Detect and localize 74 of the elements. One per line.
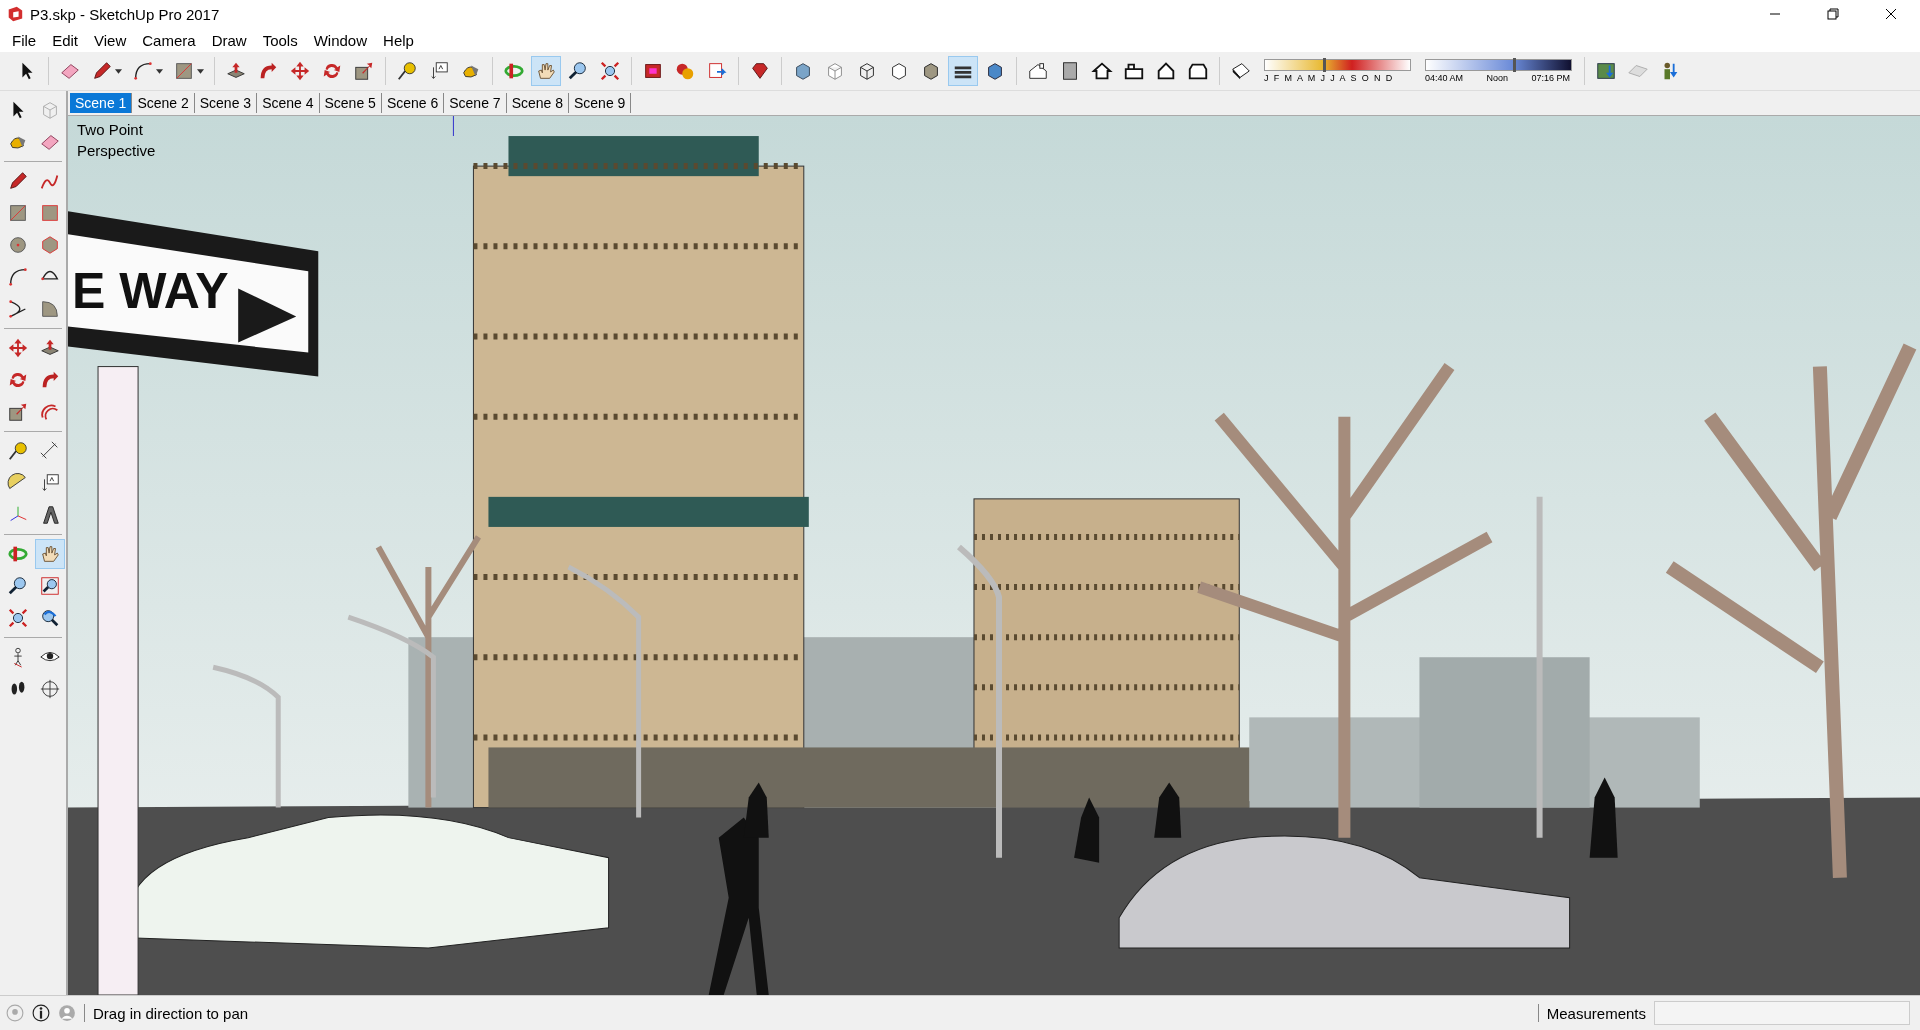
arc-icon (7, 298, 29, 320)
measurements-field[interactable] (1654, 1001, 1910, 1025)
scale-icon (7, 401, 29, 423)
close-icon (1885, 8, 1897, 20)
view-label: Two Point Perspective (77, 120, 157, 161)
months-scale: J F M A M J J A S O N D (1264, 73, 1395, 83)
pencil-icon (91, 60, 113, 82)
slider-thumb[interactable] (1323, 58, 1327, 72)
scene-tab[interactable]: Scene 9 (569, 93, 632, 113)
menu-item[interactable]: View (86, 31, 135, 49)
scene-tab[interactable]: Scene 6 (381, 93, 445, 113)
hand-icon (535, 60, 557, 82)
scene-tab[interactable]: Scene 8 (506, 93, 569, 113)
tape-measure-icon (396, 60, 418, 82)
previous-view-icon (39, 607, 61, 629)
time-slider[interactable] (1425, 59, 1572, 71)
gem-icon (749, 60, 771, 82)
measurements-label: Measurements (1546, 1004, 1646, 1022)
menu-item[interactable]: Help (375, 31, 422, 49)
toolbar-button[interactable] (948, 56, 978, 86)
zoom-icon (567, 60, 589, 82)
menu-item[interactable]: File (4, 31, 45, 49)
menu-item[interactable]: Window (305, 31, 376, 49)
rectangle-icon (39, 202, 61, 224)
scale-icon (353, 60, 375, 82)
hand-icon (39, 543, 61, 565)
zoom-window-icon (39, 575, 61, 597)
window-title: P3.skp - SketchUp Pro 2017 (30, 5, 220, 23)
rectangle-icon (173, 60, 195, 82)
house-icon (1155, 60, 1177, 82)
scene-tab[interactable]: Scene 3 (194, 93, 258, 113)
sign-text: E WAY (72, 263, 229, 320)
circle-icon (7, 234, 29, 256)
pie-icon (39, 298, 61, 320)
move-icon (7, 337, 29, 359)
caret-icon (115, 68, 122, 74)
scene-tab[interactable]: Scene 1 (70, 93, 133, 113)
slider-thumb[interactable] (1513, 58, 1517, 72)
section-plane-icon (39, 678, 61, 700)
app-logo-icon (6, 5, 24, 23)
time-label: 04:40 AM (1425, 73, 1464, 83)
menu-item[interactable]: Draw (203, 31, 255, 49)
scene-tab[interactable]: Scene 4 (257, 93, 320, 113)
arc-icon (7, 266, 29, 288)
date-slider[interactable] (1264, 59, 1411, 71)
map-icon (1595, 60, 1617, 82)
shadow-icon (1230, 60, 1252, 82)
scene-tab[interactable]: Scene 2 (132, 93, 195, 113)
zoom-extents-icon (599, 60, 621, 82)
offset-icon (39, 401, 61, 423)
restore-icon (1827, 8, 1839, 20)
house-icon (1027, 60, 1049, 82)
pencil-icon (7, 170, 29, 192)
caret-icon (197, 68, 204, 74)
status-message: Drag in direction to pan (93, 1004, 249, 1022)
polygon-icon (39, 234, 61, 256)
axis-line (452, 116, 454, 137)
time-label: 07:16 PM (1531, 73, 1570, 83)
move-icon (289, 60, 311, 82)
menu-item[interactable]: Edit (44, 31, 87, 49)
arrow-shape (238, 288, 297, 343)
rectangle-icon (7, 202, 29, 224)
menu-item[interactable]: Tools (254, 31, 306, 49)
arc-icon (132, 60, 154, 82)
tape-measure-icon (7, 440, 29, 462)
time-label: Noon (1486, 73, 1508, 83)
house-icon (1091, 60, 1113, 82)
info-icon[interactable] (32, 1004, 50, 1022)
scene-tab[interactable]: Scene 7 (444, 93, 507, 113)
caret-icon (156, 68, 163, 74)
menu-item[interactable]: Camera (134, 31, 204, 49)
zoom-extents-icon (7, 607, 29, 629)
scene-tab[interactable]: Scene 5 (319, 93, 382, 113)
zoom-icon (7, 575, 29, 597)
